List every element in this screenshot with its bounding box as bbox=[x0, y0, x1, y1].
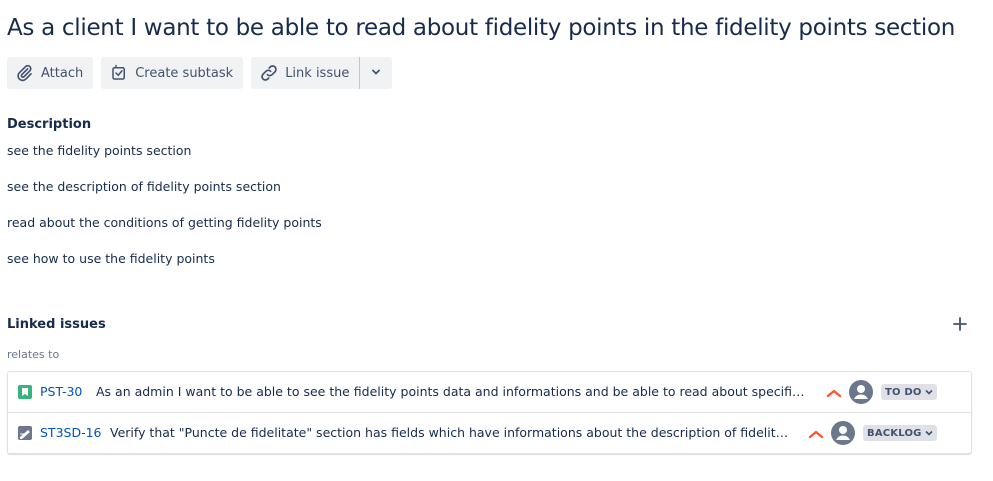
issue-summary[interactable]: As an admin I want to be able to see the… bbox=[96, 384, 808, 399]
paperclip-icon bbox=[15, 63, 35, 83]
story-icon bbox=[17, 384, 33, 400]
issue-title[interactable]: As a client I want to be able to read ab… bbox=[7, 12, 982, 44]
status-badge[interactable]: TO DO bbox=[881, 384, 937, 400]
relation-label: relates to bbox=[7, 348, 60, 361]
issue-key-link[interactable]: PST-30 bbox=[40, 384, 82, 399]
priority-high-icon bbox=[826, 385, 842, 401]
assignee-avatar-icon[interactable] bbox=[831, 421, 855, 445]
status-label: BACKLOG bbox=[867, 427, 922, 439]
link-icon bbox=[259, 63, 279, 83]
add-linked-issue-button[interactable] bbox=[950, 315, 970, 335]
chevron-down-icon bbox=[925, 430, 933, 436]
assignee-avatar-icon[interactable] bbox=[849, 380, 873, 404]
description-line[interactable]: see the fidelity points section bbox=[7, 143, 191, 158]
create-subtask-button[interactable]: Create subtask bbox=[101, 57, 244, 89]
description-heading: Description bbox=[7, 117, 92, 132]
description-line[interactable]: see the description of fidelity points s… bbox=[7, 179, 281, 194]
attach-label: Attach bbox=[41, 65, 84, 81]
link-issue-dropdown-button[interactable] bbox=[360, 57, 392, 89]
status-label: TO DO bbox=[885, 386, 922, 398]
issue-key-link[interactable]: ST3SD-16 bbox=[40, 425, 102, 440]
linked-issue-row[interactable]: PST-30 As an admin I want to be able to … bbox=[8, 372, 971, 412]
create-subtask-label: Create subtask bbox=[135, 65, 234, 81]
chevron-down-icon bbox=[925, 389, 933, 395]
chevron-down-icon bbox=[371, 66, 381, 81]
linked-issue-row[interactable]: ST3SD-16 Verify that "Puncte de fidelita… bbox=[8, 412, 971, 453]
description-line[interactable]: read about the conditions of getting fid… bbox=[7, 215, 322, 230]
issue-summary[interactable]: Verify that "Puncte de fidelitate" secti… bbox=[110, 425, 794, 440]
subtask-icon bbox=[109, 63, 129, 83]
issue-toolbar: Attach Create subtask Link issue bbox=[7, 57, 393, 89]
link-issue-button[interactable]: Link issue bbox=[251, 57, 359, 89]
link-issue-group: Link issue bbox=[251, 57, 393, 89]
attach-button[interactable]: Attach bbox=[7, 57, 94, 89]
link-issue-label: Link issue bbox=[285, 65, 350, 81]
status-badge[interactable]: BACKLOG bbox=[863, 425, 937, 441]
test-icon bbox=[17, 425, 33, 441]
linked-issues-list: PST-30 As an admin I want to be able to … bbox=[7, 371, 972, 454]
priority-high-icon bbox=[808, 426, 824, 442]
description-line[interactable]: see how to use the fidelity points bbox=[7, 251, 215, 266]
plus-icon bbox=[953, 316, 967, 335]
linked-issues-heading: Linked issues bbox=[7, 317, 106, 332]
